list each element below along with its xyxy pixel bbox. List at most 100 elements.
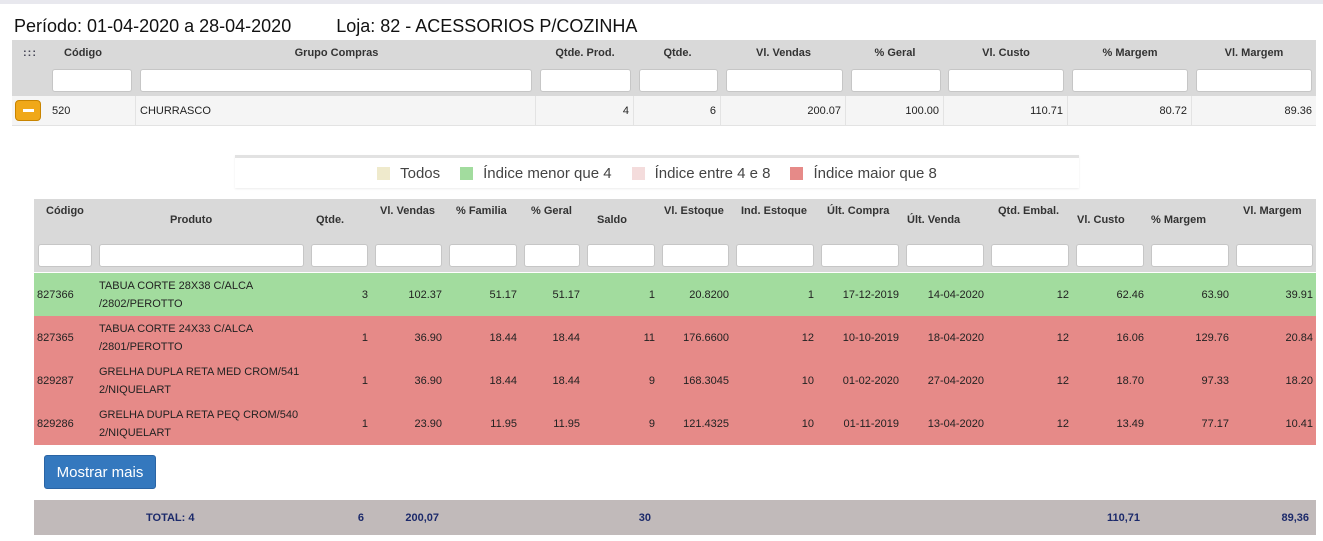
- col-header-vl-estoque[interactable]: Vl. Estoque: [664, 205, 724, 217]
- cell-pct-margem: 77.17: [1201, 417, 1229, 430]
- filter-vl-margem-input[interactable]: [1236, 244, 1313, 267]
- cell-produto: TABUA CORTE 24X33 C/ALCA/2801/PEROTTO: [99, 316, 304, 359]
- filter-pct-margem-input[interactable]: [1151, 244, 1229, 267]
- col-header-vl-margem[interactable]: Vl. Margem: [1243, 205, 1302, 217]
- product-table-header: Código Produto Qtde. Vl. Vendas % Famili…: [34, 199, 1316, 241]
- legend-label: Todos: [400, 164, 441, 182]
- cell-saldo: 11: [643, 331, 655, 344]
- cell-codigo: 829287: [37, 374, 74, 387]
- col-header-vl-vendas[interactable]: Vl. Vendas: [380, 205, 435, 217]
- legend-item-todos[interactable]: Todos: [377, 165, 440, 182]
- col-header-grupo-compras[interactable]: Grupo Compras: [138, 40, 535, 66]
- col-header-pct-familia[interactable]: % Familia: [456, 205, 507, 217]
- col-header-vl-custo[interactable]: Vl. Custo: [1077, 214, 1125, 226]
- legend-item-menor-4[interactable]: Índice menor que 4: [460, 164, 612, 182]
- filter-ult-compra-input[interactable]: [821, 244, 899, 267]
- col-header-qtde[interactable]: Qtde.: [634, 40, 721, 66]
- filter-ult-venda-input[interactable]: [906, 244, 984, 267]
- filter-pct-geral-input[interactable]: [851, 69, 941, 92]
- column-menu-icon[interactable]: :::: [12, 40, 48, 66]
- cell-vl-custo: 13.49: [1116, 417, 1144, 430]
- produto-line1: TABUA CORTE 24X33 C/ALCA: [99, 322, 254, 335]
- legend-item-maior-8[interactable]: Índice maior que 8: [790, 165, 937, 182]
- filter-ind-estoque-input[interactable]: [736, 244, 814, 267]
- filter-qtd-embal-input[interactable]: [991, 244, 1069, 267]
- col-header-pct-margem[interactable]: % Margem: [1068, 40, 1192, 66]
- filter-vl-vendas-input[interactable]: [726, 69, 843, 92]
- table-row[interactable]: 827366 TABUA CORTE 28X38 C/ALCA/2802/PER…: [34, 273, 1316, 316]
- cell-pct-familia: 51.17: [489, 288, 517, 301]
- total-qtde: 6: [357, 511, 364, 524]
- col-header-qtde-prod[interactable]: Qtde. Prod.: [536, 40, 634, 66]
- filter-produto-input[interactable]: [99, 244, 304, 267]
- group-row[interactable]: 520 CHURRASCO 4 6 200.07 100.00 110.71 8…: [12, 96, 1316, 126]
- filter-pct-geral-input[interactable]: [524, 244, 580, 267]
- filter-vl-custo-input[interactable]: [948, 69, 1064, 92]
- cell-saldo: 9: [648, 374, 655, 387]
- col-header-codigo[interactable]: Código: [46, 205, 84, 217]
- filter-saldo-input[interactable]: [587, 244, 655, 267]
- col-header-pct-geral[interactable]: % Geral: [846, 40, 944, 66]
- col-header-pct-margem[interactable]: % Margem: [1151, 214, 1206, 226]
- col-header-saldo[interactable]: Saldo: [597, 214, 627, 226]
- col-header-codigo[interactable]: Código: [48, 40, 118, 66]
- col-header-qtde[interactable]: Qtde.: [316, 214, 344, 226]
- filter-codigo-input[interactable]: [38, 244, 92, 267]
- col-header-vl-vendas[interactable]: Vl. Vendas: [721, 40, 846, 66]
- table-row[interactable]: 827365 TABUA CORTE 24X33 C/ALCA/2801/PER…: [34, 316, 1316, 359]
- table-row[interactable]: 829287 GRELHA DUPLA RETA MED CROM/541 2/N…: [34, 359, 1316, 402]
- cell-pct-geral: 51.17: [552, 288, 580, 301]
- col-header-ult-compra[interactable]: Últ. Compra: [827, 205, 889, 217]
- totals-row: TOTAL: 4 6 200,07 30 110,71 89,36: [34, 500, 1316, 535]
- report-header: Período: 01-04-2020 a 28-04-2020 Loja: 8…: [14, 16, 637, 37]
- filter-vl-custo-input[interactable]: [1076, 244, 1144, 267]
- col-header-ind-estoque[interactable]: Ind. Estoque: [741, 205, 807, 217]
- col-header-ult-venda[interactable]: Últ. Venda: [907, 214, 960, 226]
- cell-ind-estoque: 10: [801, 417, 814, 430]
- col-header-pct-geral[interactable]: % Geral: [531, 205, 572, 217]
- color-legend: Todos Índice menor que 4 Índice entre 4 …: [235, 155, 1079, 188]
- cell-pct-familia: 18.44: [489, 331, 517, 344]
- cell-qtde: 1: [361, 331, 368, 344]
- filter-qtde-input[interactable]: [311, 244, 368, 267]
- cell-codigo: 829286: [37, 417, 74, 430]
- period-label: Período: 01-04-2020 a 28-04-2020: [14, 16, 292, 36]
- cell-ult-compra: 10-10-2019: [842, 331, 899, 344]
- col-header-qtd-embal[interactable]: Qtd. Embal.: [998, 205, 1059, 217]
- cell-codigo: 827365: [37, 331, 74, 344]
- total-vl-margem: 89,36: [1281, 511, 1309, 524]
- cell-ind-estoque: 1: [807, 288, 814, 301]
- col-header-vl-margem[interactable]: Vl. Margem: [1192, 40, 1316, 66]
- filter-codigo-input[interactable]: [52, 69, 132, 92]
- minus-icon: [22, 109, 34, 112]
- filter-vl-estoque-input[interactable]: [662, 244, 729, 267]
- col-header-produto[interactable]: Produto: [170, 214, 212, 226]
- produto-line2: /2802/PEROTTO: [99, 297, 183, 310]
- store-label: Loja: 82 - ACESSORIOS P/COZINHA: [336, 16, 638, 36]
- cell-vl-margem: 18.20: [1285, 374, 1313, 387]
- filter-pct-familia-input[interactable]: [449, 244, 517, 267]
- collapse-button[interactable]: [15, 100, 41, 121]
- filter-vl-vendas-input[interactable]: [375, 244, 442, 267]
- group-table-filter-row: [12, 66, 1316, 96]
- produto-line1: GRELHA DUPLA RETA PEQ CROM/540: [99, 408, 299, 421]
- group-codigo: 520: [48, 96, 136, 125]
- table-row[interactable]: 829286 GRELHA DUPLA RETA PEQ CROM/540 2/N…: [34, 402, 1316, 445]
- cell-pct-geral: 18.44: [552, 331, 580, 344]
- group-grupo: CHURRASCO: [136, 96, 536, 125]
- product-table-filter-row: [34, 241, 1316, 272]
- legend-label: Índice menor que 4: [483, 164, 612, 182]
- cell-vl-vendas: 36.90: [414, 374, 442, 387]
- legend-swatch-entre-4-8: [631, 166, 645, 180]
- cell-ult-venda: 27-04-2020: [927, 374, 984, 387]
- legend-item-entre-4-8[interactable]: Índice entre 4 e 8: [631, 165, 770, 182]
- filter-qtde-prod-input[interactable]: [540, 69, 631, 92]
- filter-qtde-input[interactable]: [639, 69, 718, 92]
- col-header-vl-custo[interactable]: Vl. Custo: [944, 40, 1068, 66]
- cell-pct-margem: 129.76: [1195, 331, 1229, 344]
- filter-pct-margem-input[interactable]: [1072, 69, 1188, 92]
- filter-grupo-input[interactable]: [140, 69, 532, 92]
- show-more-button[interactable]: Mostrar mais: [44, 455, 156, 489]
- filter-vl-margem-input[interactable]: [1196, 69, 1312, 92]
- cell-pct-margem: 97.33: [1201, 374, 1229, 387]
